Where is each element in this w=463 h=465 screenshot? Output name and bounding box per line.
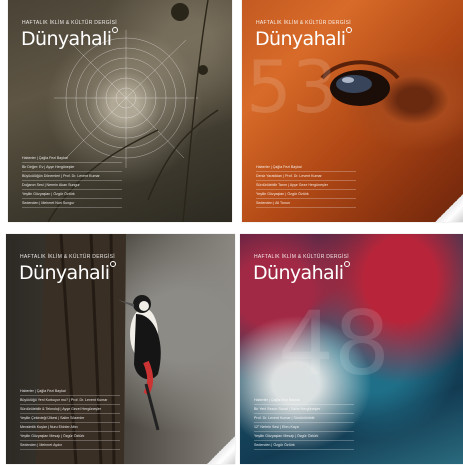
cover-kicker: HAFTALIK İKLİM & KÜLTÜR DERGİSİ xyxy=(256,20,351,26)
toc-item[interactable]: Haberler | Çağla Fezi Baykal xyxy=(22,154,122,163)
toc-item[interactable]: Yeşilin Gözyaşları Mesajı | Özgür Öztürk xyxy=(20,432,120,441)
toc-item[interactable]: Yeşilin Gözyaşları | Özgür Öztürk xyxy=(256,190,356,199)
toc-item[interactable]: Prof. Dr. Levent Kumar | Sürdürülebilir xyxy=(254,414,354,423)
ring-icon xyxy=(112,27,119,33)
toc-item[interactable]: Sedenden | Mehmet Nuri Sungur xyxy=(22,199,122,208)
toc-item[interactable]: Sürdürülebilir & Teknoloji | Ayşe Gezel … xyxy=(20,405,120,414)
toc-item[interactable]: Yeşilin Gözyaşları | Özgür Öztürk xyxy=(22,190,122,199)
toc-item[interactable]: Mevsimlik Kuşlar | Nuru Ekinler Altın xyxy=(20,423,120,432)
table-of-contents: Haberler | Çağla Fezi Baykal Bir Yeni Se… xyxy=(254,396,354,450)
toc-item[interactable]: Büyüklüğü Yeni Korkuyor mu? | Prof. Dr. … xyxy=(20,396,120,405)
magazine-cover-horse[interactable]: 53 HAFTALIK İKLİM & KÜLTÜR DERGİSİ Dünya… xyxy=(242,0,463,222)
toc-item[interactable]: Büyücülüğün Dönemleri | Prof. Dr. Levent… xyxy=(22,172,122,181)
table-of-contents: Haberler | Çağla Fezi Baykal Büyüklüğü Y… xyxy=(20,387,120,450)
ring-icon xyxy=(346,27,353,33)
ring-icon xyxy=(110,261,117,267)
magazine-cover-grid: HAFTALIK İKLİM & KÜLTÜR DERGİSİ Dünyahal… xyxy=(0,0,463,465)
page-curl-icon[interactable] xyxy=(435,194,463,222)
toc-item[interactable]: Bir Yeni Sezon Sanat | Salim Hergüneşler xyxy=(254,405,354,414)
page-curl-icon[interactable] xyxy=(207,436,235,464)
magazine-logo[interactable]: Dünyahali xyxy=(253,261,351,284)
cover-kicker: HAFTALIK İKLİM & KÜLTÜR DERGİSİ xyxy=(20,254,115,260)
toc-item[interactable]: Doğanın Sesi | Nermin Akan Sungur xyxy=(22,181,122,190)
magazine-logo[interactable]: Dünyahali xyxy=(255,27,353,50)
magazine-logo[interactable]: Dünyahali xyxy=(19,261,117,284)
toc-item[interactable]: Haberler | Çağla Fezi Baykal xyxy=(20,387,120,396)
toc-item[interactable]: Haberler | Çağla Fezi Baykal xyxy=(256,163,356,172)
magazine-cover-spiderweb[interactable]: HAFTALIK İKLİM & KÜLTÜR DERGİSİ Dünyahal… xyxy=(8,0,232,222)
toc-item[interactable]: 12° Nehrin Sesi | Ebru Kaya xyxy=(254,423,354,432)
toc-item[interactable]: Sedenden | Ali Tonun xyxy=(256,199,356,208)
cover-kicker: HAFTALIK İKLİM & KÜLTÜR DERGİSİ xyxy=(22,20,117,26)
magazine-cover-woodpecker[interactable]: HAFTALIK İKLİM & KÜLTÜR DERGİSİ Dünyahal… xyxy=(6,234,235,464)
toc-item[interactable]: Sedenden | Mehmet Aydın xyxy=(20,441,120,450)
cover-kicker: HAFTALIK İKLİM & KÜLTÜR DERGİSİ xyxy=(254,254,349,260)
ring-icon xyxy=(344,261,351,267)
toc-item[interactable]: Yeşilin Gözyaşları Mesajı | Özgür Öztürk xyxy=(254,432,354,441)
toc-item[interactable]: Sürdürülebilir Tarım | Ayşe Geze Hergüne… xyxy=(256,181,356,190)
table-of-contents: Haberler | Çağla Fezi Baykal Bir Değer: … xyxy=(22,154,122,208)
watermark-number: 48 xyxy=(278,292,390,395)
magazine-logo[interactable]: Dünyahali xyxy=(21,27,119,50)
toc-item[interactable]: Bir Değer: Ev | Ayşe Hergüneşler xyxy=(22,163,122,172)
toc-item[interactable]: Haberler | Çağla Fezi Baykal xyxy=(254,396,354,405)
table-of-contents: Haberler | Çağla Fezi Baykal Deniz Yarat… xyxy=(256,163,356,208)
toc-item[interactable]: Yeşilin Çekirdeği Ülkesi | Salim Sözenle… xyxy=(20,414,120,423)
watermark-number: 53 xyxy=(246,45,338,129)
magazine-cover-ink[interactable]: 48 HAFTALIK İKLİM & KÜLTÜR DERGİSİ Dünya… xyxy=(240,234,463,464)
toc-item[interactable]: Deniz Yaratıkları | Prof. Dr. Levent Kum… xyxy=(256,172,356,181)
toc-item[interactable]: Sedenden | Özgür Öztürk xyxy=(254,441,354,450)
